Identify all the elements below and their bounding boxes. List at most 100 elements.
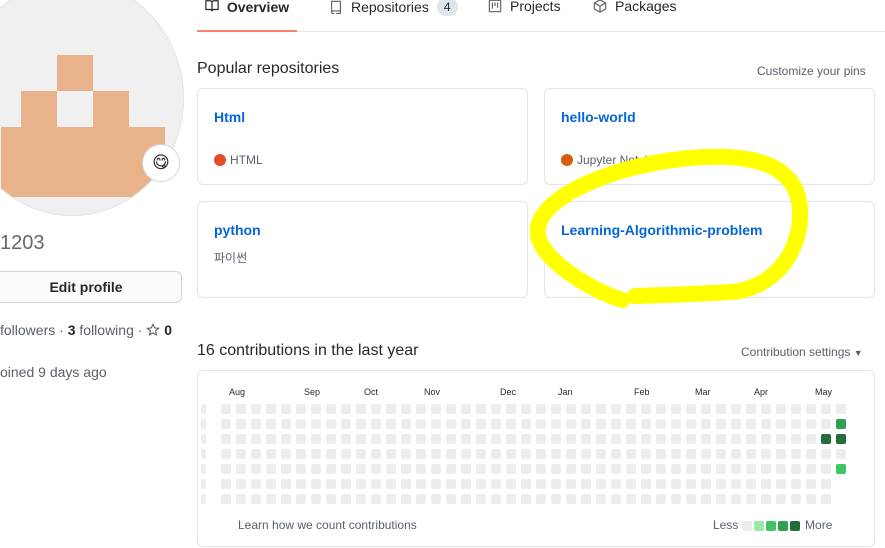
contribution-settings-dropdown[interactable]: Contribution settings ▼ [741,345,863,359]
contribution-day[interactable] [326,419,336,429]
contribution-day[interactable] [371,434,381,444]
contribution-day[interactable] [341,404,351,414]
contribution-day[interactable] [401,464,411,474]
followers-link[interactable]: followers [0,322,55,338]
contribution-day[interactable] [821,479,831,489]
contribution-day[interactable] [626,449,636,459]
contribution-day[interactable] [506,419,516,429]
contribution-day[interactable] [746,464,756,474]
contribution-day[interactable] [566,479,576,489]
contribution-day[interactable] [326,449,336,459]
contribution-day[interactable] [566,494,576,504]
contribution-day[interactable] [551,464,561,474]
contribution-day[interactable] [326,494,336,504]
contribution-day[interactable] [686,494,696,504]
contribution-day[interactable] [746,434,756,444]
contribution-day[interactable] [236,449,246,459]
contribution-day[interactable] [476,449,486,459]
contribution-day[interactable] [236,404,246,414]
contribution-day[interactable] [266,419,276,429]
contribution-day[interactable] [296,404,306,414]
contribution-day[interactable] [791,434,801,444]
status-emoji-button[interactable]: 😋 [142,144,180,182]
contribution-day[interactable] [521,419,531,429]
contribution-day[interactable] [641,449,651,459]
contribution-day[interactable] [656,404,666,414]
contribution-day[interactable] [611,494,621,504]
contribution-day[interactable] [761,494,771,504]
contribution-day[interactable] [716,434,726,444]
contribution-day[interactable] [311,404,321,414]
contribution-day[interactable] [201,479,206,489]
contribution-day[interactable] [776,434,786,444]
contribution-day[interactable] [281,404,291,414]
tab-overview[interactable]: Overview [197,0,297,32]
contribution-day[interactable] [731,479,741,489]
contribution-day[interactable] [776,494,786,504]
contribution-day[interactable] [431,434,441,444]
contribution-day[interactable] [686,404,696,414]
contribution-day[interactable] [356,449,366,459]
contribution-day[interactable] [776,479,786,489]
contribution-day[interactable] [461,479,471,489]
contribution-day[interactable] [521,479,531,489]
tab-packages[interactable]: Packages [593,0,676,14]
contribution-day[interactable] [266,494,276,504]
contribution-day[interactable] [596,404,606,414]
contribution-day[interactable] [611,404,621,414]
contribution-day[interactable] [746,404,756,414]
contribution-day[interactable] [701,464,711,474]
contribution-day[interactable] [521,434,531,444]
contribution-day[interactable] [656,494,666,504]
contribution-day[interactable] [416,464,426,474]
contribution-day[interactable] [656,464,666,474]
contribution-day[interactable] [551,449,561,459]
contribution-day[interactable] [341,434,351,444]
contribution-day[interactable] [836,464,846,474]
contribution-day[interactable] [221,419,231,429]
contribution-day[interactable] [446,404,456,414]
contribution-day[interactable] [311,419,321,429]
contribution-day[interactable] [596,494,606,504]
contribution-day[interactable] [296,434,306,444]
contribution-day[interactable] [641,419,651,429]
contribution-day[interactable] [326,434,336,444]
contribution-day[interactable] [236,494,246,504]
contribution-day[interactable] [506,464,516,474]
contribution-day[interactable] [446,494,456,504]
contribution-day[interactable] [821,449,831,459]
contribution-day[interactable] [806,479,816,489]
contribution-day[interactable] [341,464,351,474]
contribution-day[interactable] [476,434,486,444]
contribution-day[interactable] [491,449,501,459]
contribution-day[interactable] [566,449,576,459]
contribution-day[interactable] [716,449,726,459]
contribution-day[interactable] [221,479,231,489]
contribution-day[interactable] [671,434,681,444]
contribution-day[interactable] [476,464,486,474]
contribution-day[interactable] [326,464,336,474]
contribution-day[interactable] [686,464,696,474]
contribution-day[interactable] [641,479,651,489]
contribution-day[interactable] [221,434,231,444]
contribution-day[interactable] [701,434,711,444]
contribution-day[interactable] [221,404,231,414]
contribution-day[interactable] [251,464,261,474]
contribution-day[interactable] [461,419,471,429]
contribution-day[interactable] [686,419,696,429]
tab-projects[interactable]: Projects [488,0,561,14]
contribution-day[interactable] [506,434,516,444]
contribution-day[interactable] [626,494,636,504]
contribution-day[interactable] [566,434,576,444]
contribution-day[interactable] [686,449,696,459]
contribution-day[interactable] [311,479,321,489]
avatar[interactable] [0,0,184,216]
contribution-day[interactable] [371,479,381,489]
contribution-day[interactable] [716,494,726,504]
contribution-day[interactable] [536,404,546,414]
contribution-day[interactable] [251,494,261,504]
contribution-day[interactable] [491,494,501,504]
contribution-day[interactable] [731,434,741,444]
contribution-day[interactable] [701,494,711,504]
contribution-day[interactable] [641,404,651,414]
